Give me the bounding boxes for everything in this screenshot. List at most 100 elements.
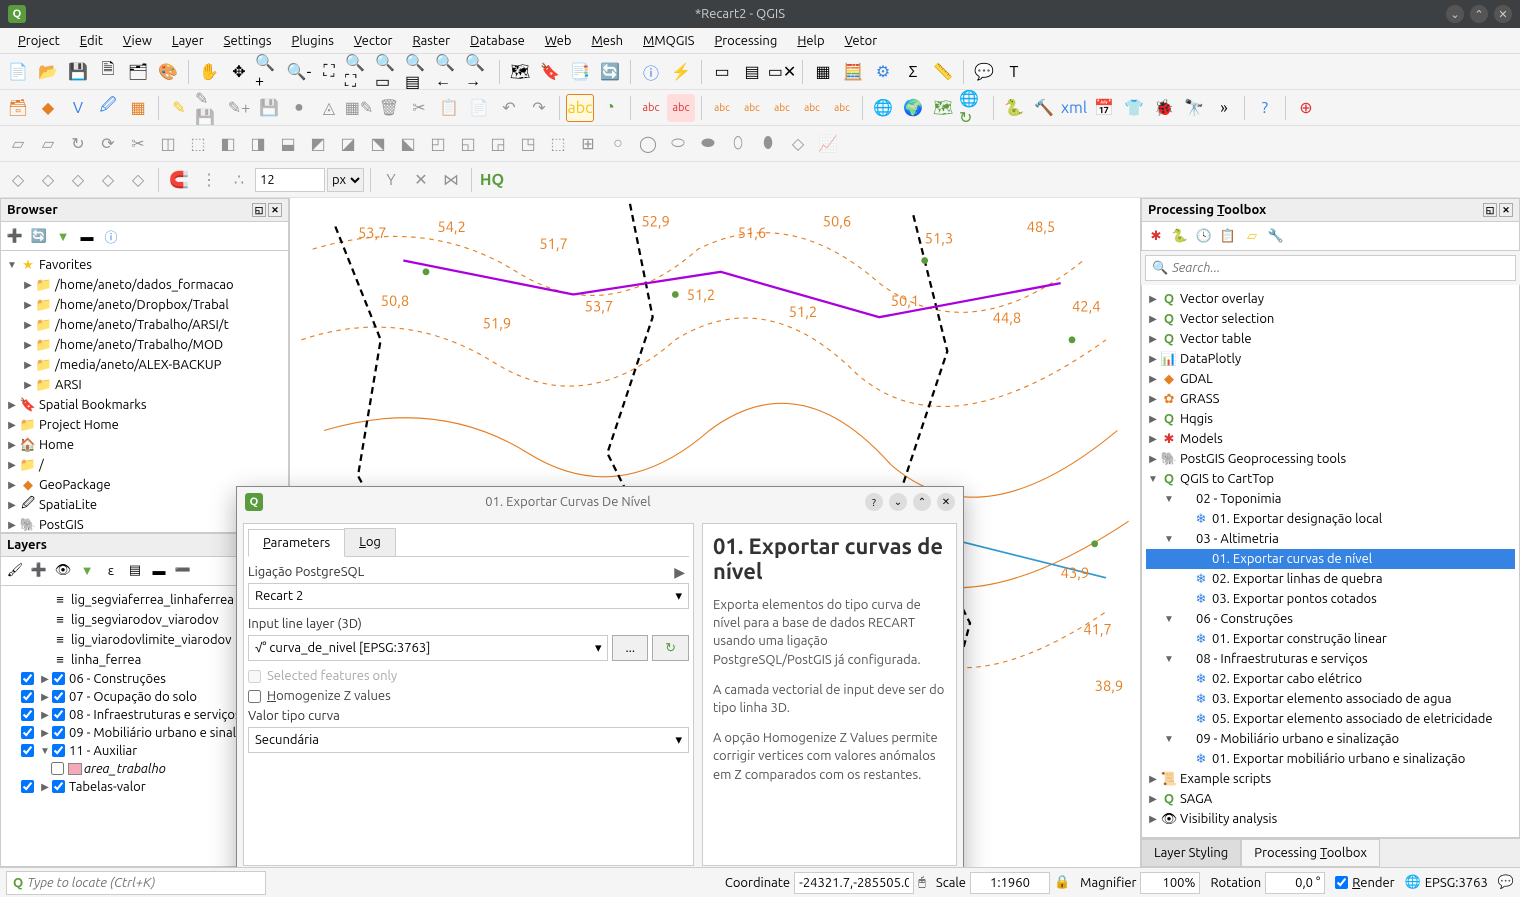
toolbox-item[interactable]: ❄01. Exportar designação local [1146,509,1515,529]
toolbox-item[interactable]: ▶✿GRASS [1146,389,1515,409]
browser-add-icon[interactable]: ➕ [5,226,25,246]
new-shapefile-icon[interactable]: V [64,94,92,122]
menu-settings[interactable]: Settings [214,30,282,52]
paste-features-icon[interactable]: 📄 [465,94,493,122]
dialog-expand-button[interactable]: ⌃ [913,493,931,511]
coord-toggle-icon[interactable]: 🖰 [918,875,926,890]
shape-tool-2-icon[interactable]: ◇ [34,166,62,194]
advanced-tool-19-icon[interactable]: ⬚ [544,130,572,158]
browser-properties-icon[interactable]: ⓘ [101,226,121,246]
dialog-help-button[interactable]: ? [865,493,883,511]
toolbox-item[interactable]: ❄01. Exportar construção linear [1146,629,1515,649]
toolbox-icon[interactable]: ⚙ [869,58,897,86]
label-show-icon[interactable]: abc [708,94,736,122]
digitize-icon[interactable]: ● [285,94,313,122]
advanced-tool-17-icon[interactable]: ◲ [484,130,512,158]
zoom-next-icon[interactable]: 🔍→ [465,58,493,86]
label-move-icon[interactable]: abc [738,94,766,122]
browser-item[interactable]: ▶📁/home/aneto/Dropbox/Trabal [5,295,284,315]
zoom-last-icon[interactable]: 🔍← [435,58,463,86]
menu-layer[interactable]: Layer [162,30,214,52]
actions-icon[interactable]: ⚡ [667,58,695,86]
label-pin-icon[interactable]: abc [637,94,665,122]
browser-item[interactable]: ▶📁/home/aneto/dados_formacao [5,275,284,295]
advanced-tool-5-icon[interactable]: ✂ [124,130,152,158]
calendar-icon[interactable]: 📅 [1090,94,1118,122]
self-snap-icon[interactable]: ⋈ [437,166,465,194]
toolbox-search[interactable]: 🔍 [1145,255,1516,281]
label-rotate-icon[interactable]: abc [768,94,796,122]
toolbox-item[interactable]: ❄02. Exportar cabo elétrico [1146,669,1515,689]
browser-item[interactable]: ▶📁/home/aneto/Trabalho/ARSI/t [5,315,284,335]
menu-raster[interactable]: Raster [402,30,460,52]
menu-help[interactable]: Help [787,30,834,52]
zoom-selection-icon[interactable]: 🔍▭ [375,58,403,86]
label-tool-icon[interactable]: abc [566,94,594,122]
xml-icon[interactable]: xml [1060,94,1088,122]
plugins-icon[interactable]: 🔨 [1030,94,1058,122]
rotation-input[interactable] [1265,872,1325,894]
pan-icon[interactable]: ✋ [195,58,223,86]
shape-tool-5-icon[interactable]: ◇ [124,166,152,194]
globe-updates-icon[interactable]: 🌐↻ [959,94,987,122]
browser-undock-button[interactable]: ◱ [252,203,266,217]
save-layer-edits-icon[interactable]: 💾 [255,94,283,122]
topo-editing-icon[interactable]: Y [377,166,405,194]
advanced-tool-14-icon[interactable]: ⬕ [394,130,422,158]
render-checkbox[interactable] [1335,876,1348,889]
scale-lock-icon[interactable]: 🔒 [1054,875,1070,890]
menu-plugins[interactable]: Plugins [282,30,344,52]
advanced-tool-22-icon[interactable]: ◯ [634,130,662,158]
toolbox-item[interactable]: ▶👁Visibility analysis [1146,809,1515,829]
advanced-tool-10-icon[interactable]: ⬓ [274,130,302,158]
toolbox-item[interactable]: ▼08 - Infraestruturas e serviços [1146,649,1515,669]
snap-intersection-icon[interactable]: ✕ [407,166,435,194]
advanced-tool-27-icon[interactable]: ◇ [784,130,812,158]
style-manager-icon[interactable]: 🎨 [154,58,182,86]
show-bookmarks-icon[interactable]: 📑 [566,58,594,86]
advanced-tool-8-icon[interactable]: ◧ [214,130,242,158]
toolbox-edit-in-place-icon[interactable]: ▱ [1242,226,1262,246]
tab-processing-toolbox[interactable]: Processing Toolbox [1241,839,1380,867]
advanced-tool-24-icon[interactable]: ⬬ [694,130,722,158]
layers-collapse-icon[interactable]: ▬ [149,561,169,581]
tab-parameters[interactable]: Parameters [248,529,345,557]
browser-item[interactable]: ▶📁/home/aneto/Trabalho/MOD [5,335,284,355]
toggle-editing-icon[interactable]: ✎ [165,94,193,122]
advanced-tool-18-icon[interactable]: ◳ [514,130,542,158]
advanced-tool-7-icon[interactable]: ⬚ [184,130,212,158]
advanced-tool-1-icon[interactable]: ▱ [4,130,32,158]
label-change-icon[interactable]: abc [798,94,826,122]
zoom-native-icon[interactable]: ⛶ [315,58,343,86]
save-edits-icon[interactable]: ✎💾 [195,94,223,122]
advanced-tool-6-icon[interactable]: ◫ [154,130,182,158]
menu-vetor[interactable]: Vetor [835,30,888,52]
menu-view[interactable]: View [113,30,162,52]
toolbox-tree[interactable]: ▶QVector overlay▶QVector selection▶QVect… [1141,285,1520,838]
select-features-icon[interactable]: ▭ [708,58,736,86]
layers-visibility-icon[interactable]: 👁 [53,561,73,581]
menu-processing[interactable]: Processing [704,30,787,52]
open-attr-table-icon[interactable]: ▦ [809,58,837,86]
browser-item[interactable]: ▶📁Project Home [5,415,284,435]
zoom-full-icon[interactable]: 🔍⛶ [345,58,373,86]
crash-icon[interactable]: 👕 [1120,94,1148,122]
measure-icon[interactable]: 📏 [929,58,957,86]
toolbox-item[interactable]: ▼02 - Toponimia [1146,489,1515,509]
globe-icon[interactable]: 🌐 [869,94,897,122]
toolbox-item[interactable]: ▼QQGIS to CartTop [1146,469,1515,489]
toolbox-item[interactable]: ❄03. Exportar elemento associado de agua [1146,689,1515,709]
toolbox-model-icon[interactable]: ✱ [1146,226,1166,246]
menu-edit[interactable]: Edit [70,30,113,52]
zoom-in-icon[interactable]: 🔍+ [255,58,283,86]
new-virtual-icon[interactable]: ▦ [124,94,152,122]
maptips-icon[interactable]: 💬 [970,58,998,86]
add-feature-icon[interactable]: ✎+ [225,94,253,122]
save-project-icon[interactable]: 💾 [64,58,92,86]
tab-log[interactable]: Log [344,528,396,556]
advanced-tool-25-icon[interactable]: ⬯ [724,130,752,158]
advanced-tool-26-icon[interactable]: ⬮ [754,130,782,158]
more-icon[interactable]: » [1210,94,1238,122]
zoom-out-icon[interactable]: 🔍- [285,58,313,86]
diagram-tool-icon[interactable]: ◔ [596,94,624,122]
